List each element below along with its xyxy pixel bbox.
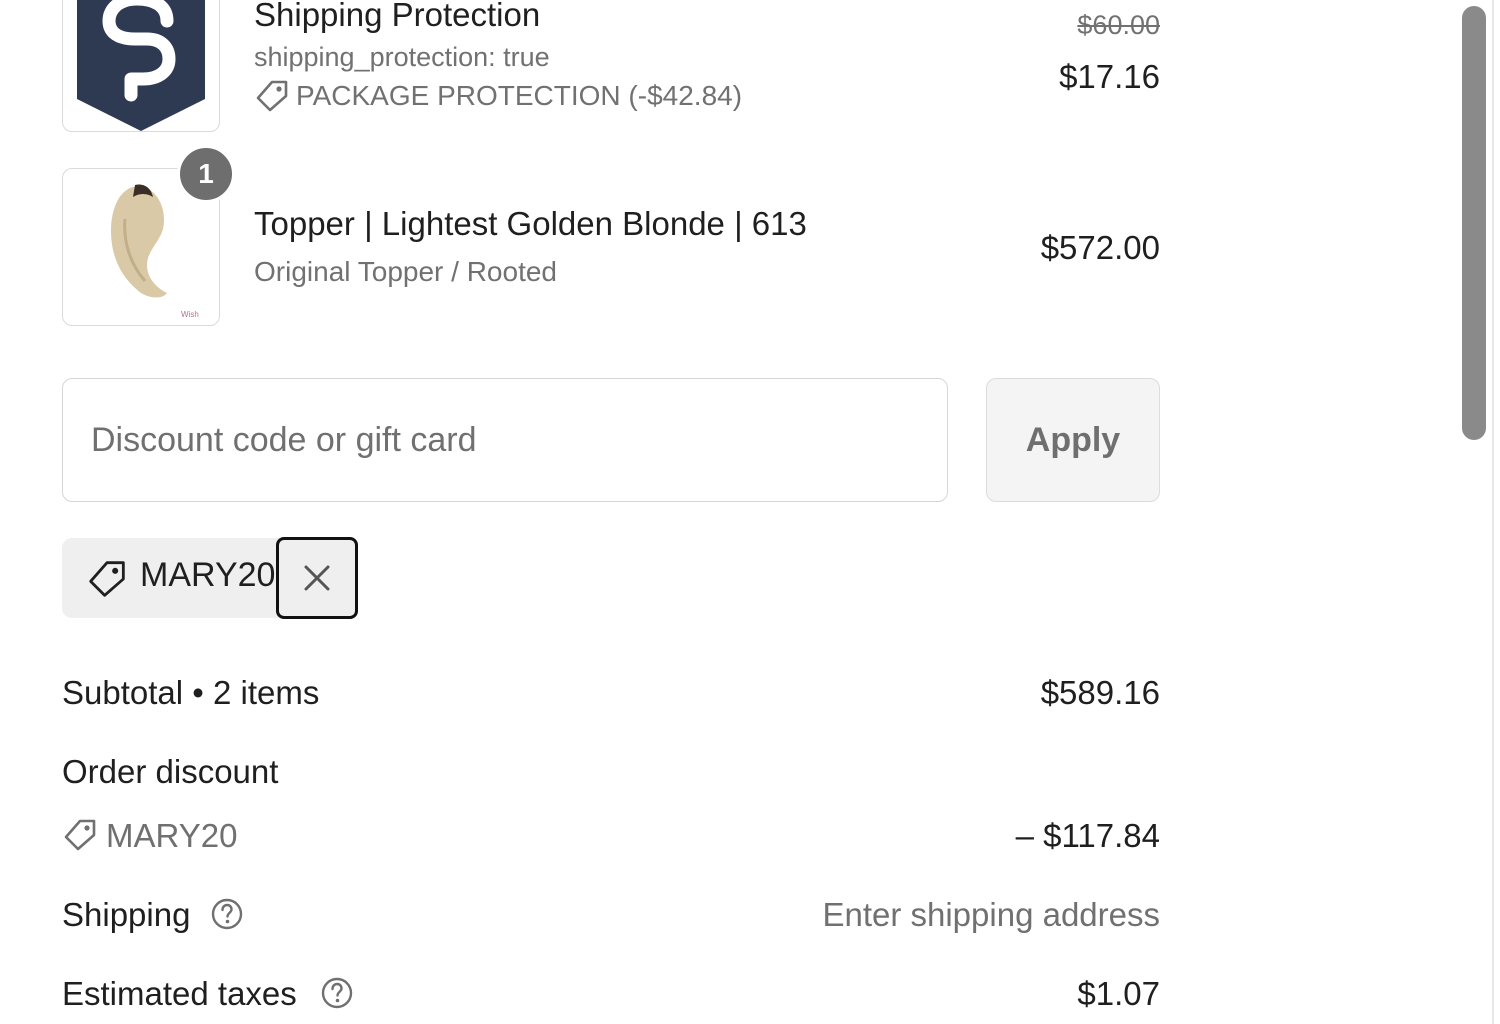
apply-discount-button[interactable]: Apply	[986, 378, 1160, 502]
shipping-label-row: Shipping	[62, 896, 244, 934]
item-price: $572.00	[1040, 229, 1160, 266]
taxes-label-row: Estimated taxes	[62, 975, 354, 1013]
item-title: Shipping Protection	[254, 0, 541, 33]
taxes-value: $1.07	[1077, 975, 1160, 1012]
shipping-label: Shipping	[62, 896, 191, 933]
item-title: Topper | Lightest Golden Blonde | 613	[254, 205, 807, 242]
item-property: shipping_protection: true	[254, 42, 550, 72]
item-discount-allocation: PACKAGE PROTECTION (-$42.84)	[254, 80, 742, 114]
original-price: $60.00	[1077, 10, 1160, 40]
scrollbar-track[interactable]	[1492, 0, 1494, 1024]
subtotal-label: Subtotal • 2 items	[62, 674, 320, 711]
discount-allocation-label: PACKAGE PROTECTION (-$42.84)	[296, 80, 743, 111]
order-discount-code-text: MARY20	[106, 817, 238, 854]
discount-code-input[interactable]	[62, 378, 948, 502]
applied-discount-chip: MARY20	[62, 537, 358, 619]
shipping-protection-thumbnail	[62, 0, 220, 132]
tag-icon	[256, 80, 288, 111]
svg-text:Wish: Wish	[181, 310, 199, 319]
close-icon	[304, 565, 330, 591]
quantity-badge: 1	[177, 145, 235, 203]
order-discount-value: – $117.84	[1015, 817, 1160, 854]
scrollbar-thumb[interactable]	[1462, 6, 1486, 440]
item-variant: Original Topper / Rooted	[254, 256, 557, 287]
item-price: $17.16	[1059, 58, 1160, 95]
subtotal-value: $589.16	[1040, 674, 1160, 711]
order-discount-label: Order discount	[62, 753, 279, 790]
tag-icon	[89, 561, 125, 597]
shipping-protection-logo-icon	[77, 0, 205, 131]
topper-thumbnail: Wish 1	[62, 145, 235, 326]
help-icon[interactable]	[210, 897, 244, 931]
shipping-value: Enter shipping address	[822, 896, 1160, 933]
help-icon[interactable]	[320, 976, 354, 1010]
remove-discount-button[interactable]	[276, 537, 358, 619]
applied-code-label: MARY20	[140, 556, 276, 594]
tag-icon	[64, 819, 96, 851]
taxes-label: Estimated taxes	[62, 975, 297, 1012]
order-discount-code: MARY20	[62, 817, 237, 855]
